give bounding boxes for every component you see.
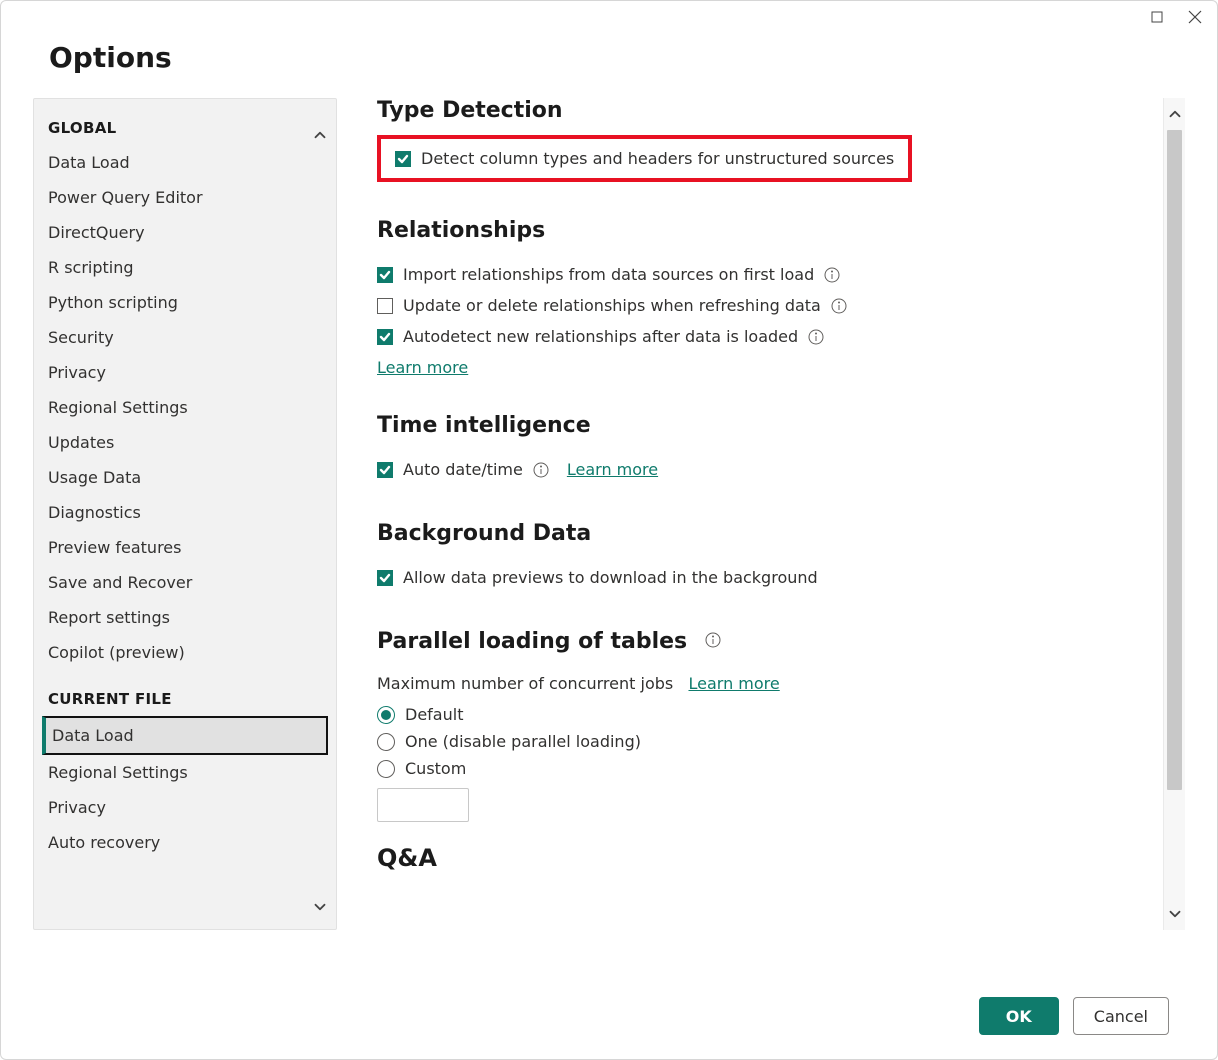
link-learn-more-parallel[interactable]: Learn more [688,674,779,693]
sidebar-item-python-scripting[interactable]: Python scripting [42,285,328,320]
sidebar-item-r-scripting[interactable]: R scripting [42,250,328,285]
radio-one[interactable] [377,733,395,751]
radio-row-custom[interactable]: Custom [377,755,1147,782]
checkbox-allow-background-previews[interactable] [377,570,393,586]
section-title-parallel-loading-text: Parallel loading of tables [377,629,687,654]
page-title: Options [1,33,1217,98]
radio-row-one[interactable]: One (disable parallel loading) [377,728,1147,755]
sidebar-item-privacy-current[interactable]: Privacy [42,790,328,825]
label-max-concurrent-jobs: Maximum number of concurrent jobs Learn … [377,670,1147,701]
sidebar-item-data-load-current[interactable]: Data Load [42,716,328,755]
titlebar [1,1,1217,33]
sidebar-item-security[interactable]: Security [42,320,328,355]
maximize-icon[interactable] [1145,5,1169,29]
section-title-relationships: Relationships [377,218,1147,243]
info-icon[interactable] [831,298,847,314]
chevron-up-icon[interactable] [1164,102,1185,126]
checkbox-label-import-relationships: Import relationships from data sources o… [403,265,814,284]
section-title-type-detection: Type Detection [377,98,1147,123]
sidebar-item-report-settings[interactable]: Report settings [42,600,328,635]
radio-custom[interactable] [377,760,395,778]
sidebar-item-regional-settings-global[interactable]: Regional Settings [42,390,328,425]
section-title-background-data: Background Data [377,521,1147,546]
link-learn-more-time-intelligence[interactable]: Learn more [567,460,658,479]
checkbox-label-update-relationships: Update or delete relationships when refr… [403,296,821,315]
chevron-down-icon[interactable] [1164,902,1185,926]
label-max-concurrent-jobs-text: Maximum number of concurrent jobs [377,674,673,693]
sidebar: GLOBAL Data Load Power Query Editor Dire… [33,98,337,930]
checkbox-autodetect-relationships[interactable] [377,329,393,345]
sidebar-item-power-query-editor[interactable]: Power Query Editor [42,180,328,215]
content-scrollbar[interactable] [1163,98,1185,930]
checkbox-import-relationships[interactable] [377,267,393,283]
checkbox-label-detect-column-types: Detect column types and headers for unst… [421,149,894,168]
ok-button[interactable]: OK [979,997,1059,1035]
checkbox-label-autodetect-relationships: Autodetect new relationships after data … [403,327,798,346]
radio-label-custom: Custom [405,759,466,778]
sidebar-item-data-load-global[interactable]: Data Load [42,145,328,180]
sidebar-item-directquery[interactable]: DirectQuery [42,215,328,250]
close-icon[interactable] [1183,5,1207,29]
checkbox-detect-column-types[interactable] [395,151,411,167]
options-dialog: Options GLOBAL Data Load Power Query Edi… [0,0,1218,1060]
chevron-down-icon[interactable] [308,895,332,919]
sidebar-item-save-and-recover[interactable]: Save and Recover [42,565,328,600]
dialog-footer: OK Cancel [979,997,1169,1035]
info-icon[interactable] [705,632,721,648]
checkbox-update-relationships[interactable] [377,298,393,314]
sidebar-item-preview-features[interactable]: Preview features [42,530,328,565]
cancel-button[interactable]: Cancel [1073,997,1169,1035]
sidebar-item-regional-settings-current[interactable]: Regional Settings [42,755,328,790]
radio-default[interactable] [377,706,395,724]
info-icon[interactable] [824,267,840,283]
checkbox-label-auto-date-time: Auto date/time [403,460,523,479]
chevron-up-icon[interactable] [308,123,332,147]
section-title-parallel-loading: Parallel loading of tables [377,629,1147,654]
section-title-time-intelligence: Time intelligence [377,413,1147,438]
scrollbar-thumb[interactable] [1167,130,1182,790]
info-icon[interactable] [533,462,549,478]
radio-label-default: Default [405,705,463,724]
section-title-qa: Q&A [377,822,1147,872]
input-custom-jobs[interactable] [377,788,469,822]
checkbox-auto-date-time[interactable] [377,462,393,478]
sidebar-item-usage-data[interactable]: Usage Data [42,460,328,495]
link-learn-more-relationships[interactable]: Learn more [377,358,468,377]
sidebar-item-auto-recovery[interactable]: Auto recovery [42,825,328,860]
sidebar-item-copilot-preview[interactable]: Copilot (preview) [42,635,328,670]
radio-label-one: One (disable parallel loading) [405,732,641,751]
sidebar-heading-current-file: CURRENT FILE [48,690,328,708]
sidebar-heading-global: GLOBAL [48,119,328,137]
sidebar-item-privacy-global[interactable]: Privacy [42,355,328,390]
sidebar-item-diagnostics[interactable]: Diagnostics [42,495,328,530]
info-icon[interactable] [808,329,824,345]
highlight-type-detection: Detect column types and headers for unst… [377,135,912,182]
sidebar-item-updates[interactable]: Updates [42,425,328,460]
content-panel: Type Detection Detect column types and h… [345,98,1163,930]
checkbox-label-allow-background-previews: Allow data previews to download in the b… [403,568,818,587]
radio-row-default[interactable]: Default [377,701,1147,728]
